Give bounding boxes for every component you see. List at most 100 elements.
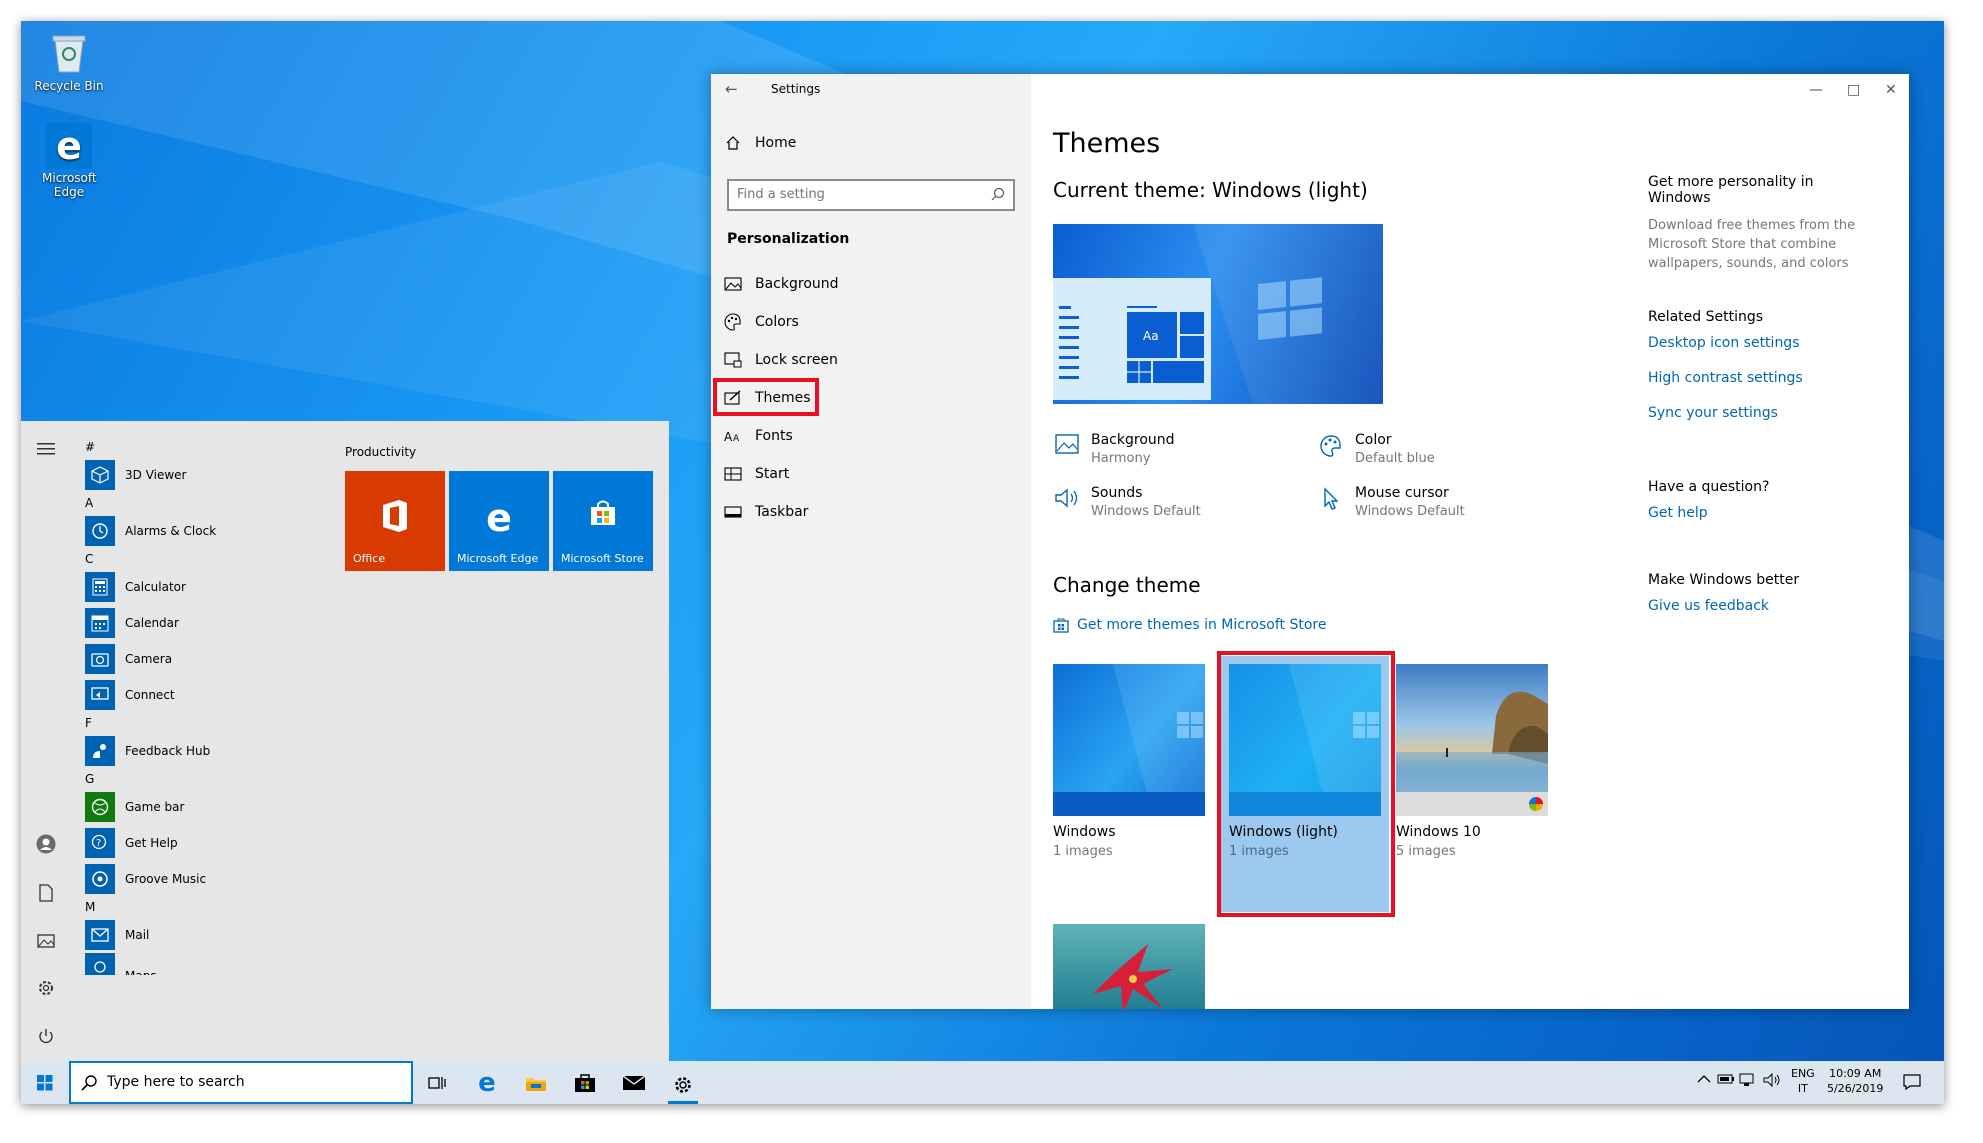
app-label: Game bar bbox=[125, 800, 185, 814]
find-setting-input[interactable]: Find a setting bbox=[727, 179, 1015, 211]
close-icon[interactable]: ✕ bbox=[1885, 82, 1897, 98]
theme-flowers[interactable] bbox=[1053, 924, 1205, 1009]
nav-background[interactable]: Background bbox=[723, 270, 839, 298]
nav-colors[interactable]: Colors bbox=[723, 308, 799, 336]
desktop-icon-settings-link[interactable]: Desktop icon settings bbox=[1648, 335, 1803, 351]
get-help-link[interactable]: Get help bbox=[1648, 505, 1769, 521]
window-title: Settings bbox=[771, 82, 821, 96]
windows-theme-art bbox=[1053, 664, 1205, 816]
tile-store[interactable]: Microsoft Store bbox=[553, 471, 653, 571]
pictures-icon[interactable] bbox=[34, 929, 58, 953]
sounds-property[interactable]: Sounds Windows Default bbox=[1053, 485, 1201, 519]
give-feedback-link[interactable]: Give us feedback bbox=[1648, 598, 1799, 614]
background-property[interactable]: Background Harmony bbox=[1053, 432, 1175, 466]
app-label: Calculator bbox=[125, 580, 186, 594]
nav-fonts[interactable]: AA Fonts bbox=[723, 422, 793, 450]
app-calculator[interactable]: Calculator bbox=[79, 569, 339, 605]
app-maps[interactable]: Maps bbox=[79, 953, 339, 975]
theme-count: 1 images bbox=[1053, 844, 1113, 859]
letter-header[interactable]: G bbox=[85, 769, 339, 789]
tile-label: Office bbox=[353, 552, 386, 565]
letter-header[interactable]: A bbox=[85, 493, 339, 513]
tile-office[interactable]: Office bbox=[345, 471, 445, 571]
nav-lock-screen[interactable]: Lock screen bbox=[723, 346, 838, 374]
color-property[interactable]: Color Default blue bbox=[1317, 432, 1435, 466]
letter-header[interactable]: # bbox=[85, 437, 339, 457]
app-connect[interactable]: Connect bbox=[79, 677, 339, 713]
nav-taskbar[interactable]: Taskbar bbox=[723, 498, 808, 526]
minimize-icon[interactable]: — bbox=[1809, 82, 1823, 98]
theme-windows[interactable] bbox=[1053, 664, 1205, 816]
chevron-up-icon[interactable] bbox=[1697, 1073, 1711, 1088]
clock[interactable]: 10:09 AM 5/26/2019 bbox=[1827, 1066, 1883, 1096]
section-title: Personalization bbox=[727, 231, 850, 247]
app-mail[interactable]: Mail bbox=[79, 917, 339, 953]
file-explorer-icon[interactable] bbox=[521, 1069, 551, 1097]
question-title: Have a question? bbox=[1648, 479, 1770, 495]
app-label: Get Help bbox=[125, 836, 178, 850]
app-alarms-clock[interactable]: Alarms & Clock bbox=[79, 513, 339, 549]
app-label: Camera bbox=[125, 652, 173, 666]
svg-text:?: ? bbox=[96, 838, 101, 849]
back-arrow-icon[interactable]: ← bbox=[725, 80, 738, 98]
app-groove-music[interactable]: Groove Music bbox=[79, 861, 339, 897]
tile-group-title[interactable]: Productivity bbox=[345, 445, 416, 459]
taskbar: Type here to search e ENG IT 10:09 AM 5/… bbox=[21, 1061, 1944, 1104]
property-value: Windows Default bbox=[1091, 504, 1201, 519]
action-center-icon[interactable] bbox=[1903, 1074, 1921, 1094]
app-3d-viewer[interactable]: 3D Viewer bbox=[79, 457, 339, 493]
letter-header[interactable]: C bbox=[85, 549, 339, 569]
find-setting-placeholder: Find a setting bbox=[737, 187, 825, 202]
power-icon[interactable] bbox=[34, 1024, 58, 1048]
app-camera[interactable]: Camera bbox=[79, 641, 339, 677]
nav-start[interactable]: Start bbox=[723, 460, 789, 488]
clock-icon bbox=[85, 516, 115, 546]
store-link-label: Get more themes in Microsoft Store bbox=[1077, 617, 1327, 633]
settings-taskbar-icon[interactable] bbox=[668, 1069, 698, 1104]
property-title: Color bbox=[1355, 432, 1392, 448]
network-icon[interactable] bbox=[1739, 1073, 1757, 1091]
palette-icon bbox=[723, 313, 743, 331]
app-get-help[interactable]: ? Get Help bbox=[79, 825, 339, 861]
gear-icon[interactable] bbox=[34, 976, 58, 1000]
theme-windows-10[interactable] bbox=[1396, 664, 1548, 816]
volume-icon[interactable] bbox=[1763, 1072, 1781, 1091]
mouse-cursor-property[interactable]: Mouse cursor Windows Default bbox=[1317, 485, 1465, 519]
store-themes-link[interactable]: Get more themes in Microsoft Store bbox=[1053, 617, 1326, 633]
nav-home[interactable]: Home bbox=[723, 129, 796, 157]
edge-taskbar-icon[interactable]: e bbox=[472, 1069, 502, 1097]
app-game-bar[interactable]: Game bar bbox=[79, 789, 339, 825]
app-feedback-hub[interactable]: Feedback Hub bbox=[79, 733, 339, 769]
mail-taskbar-icon[interactable] bbox=[619, 1069, 649, 1097]
letter-header[interactable]: M bbox=[85, 897, 339, 917]
user-avatar-icon[interactable] bbox=[34, 832, 58, 856]
hamburger-icon[interactable] bbox=[34, 437, 58, 461]
recycle-bin-shortcut[interactable]: Recycle Bin bbox=[29, 29, 109, 93]
svg-text:A: A bbox=[733, 434, 740, 443]
task-view-icon[interactable] bbox=[422, 1069, 452, 1097]
windows-start-icon[interactable] bbox=[30, 1069, 60, 1097]
letter-header[interactable]: F bbox=[85, 713, 339, 733]
beach-photo bbox=[1396, 691, 1548, 816]
personality-title: Get more personality in Windows bbox=[1648, 174, 1814, 206]
taskbar-search-input[interactable]: Type here to search bbox=[69, 1061, 413, 1104]
sync-settings-link[interactable]: Sync your settings bbox=[1648, 405, 1803, 421]
settings-window: ← Settings Home Find a setting Personali… bbox=[711, 74, 1909, 1009]
documents-icon[interactable] bbox=[34, 881, 58, 905]
tile-edge[interactable]: e Microsoft Edge bbox=[449, 471, 549, 571]
property-value: Default blue bbox=[1355, 451, 1435, 466]
language-indicator[interactable]: ENG IT bbox=[1791, 1066, 1815, 1096]
related-title: Related Settings bbox=[1648, 309, 1764, 325]
app-calendar[interactable]: Calendar bbox=[79, 605, 339, 641]
high-contrast-settings-link[interactable]: High contrast settings bbox=[1648, 370, 1803, 386]
maximize-icon[interactable]: □ bbox=[1847, 82, 1860, 98]
desktop: Recycle Bin e Microsoft Edge # 3D Viewer… bbox=[21, 21, 1944, 1104]
recycle-bin-icon bbox=[45, 29, 93, 77]
start-rail bbox=[21, 421, 71, 1061]
app-label: Mail bbox=[125, 928, 150, 942]
battery-icon[interactable] bbox=[1717, 1073, 1735, 1089]
edge-shortcut[interactable]: e Microsoft Edge bbox=[29, 123, 109, 199]
flower-photo bbox=[1093, 944, 1173, 1009]
store-taskbar-icon[interactable] bbox=[570, 1069, 600, 1097]
change-theme-title: Change theme bbox=[1053, 573, 1201, 597]
